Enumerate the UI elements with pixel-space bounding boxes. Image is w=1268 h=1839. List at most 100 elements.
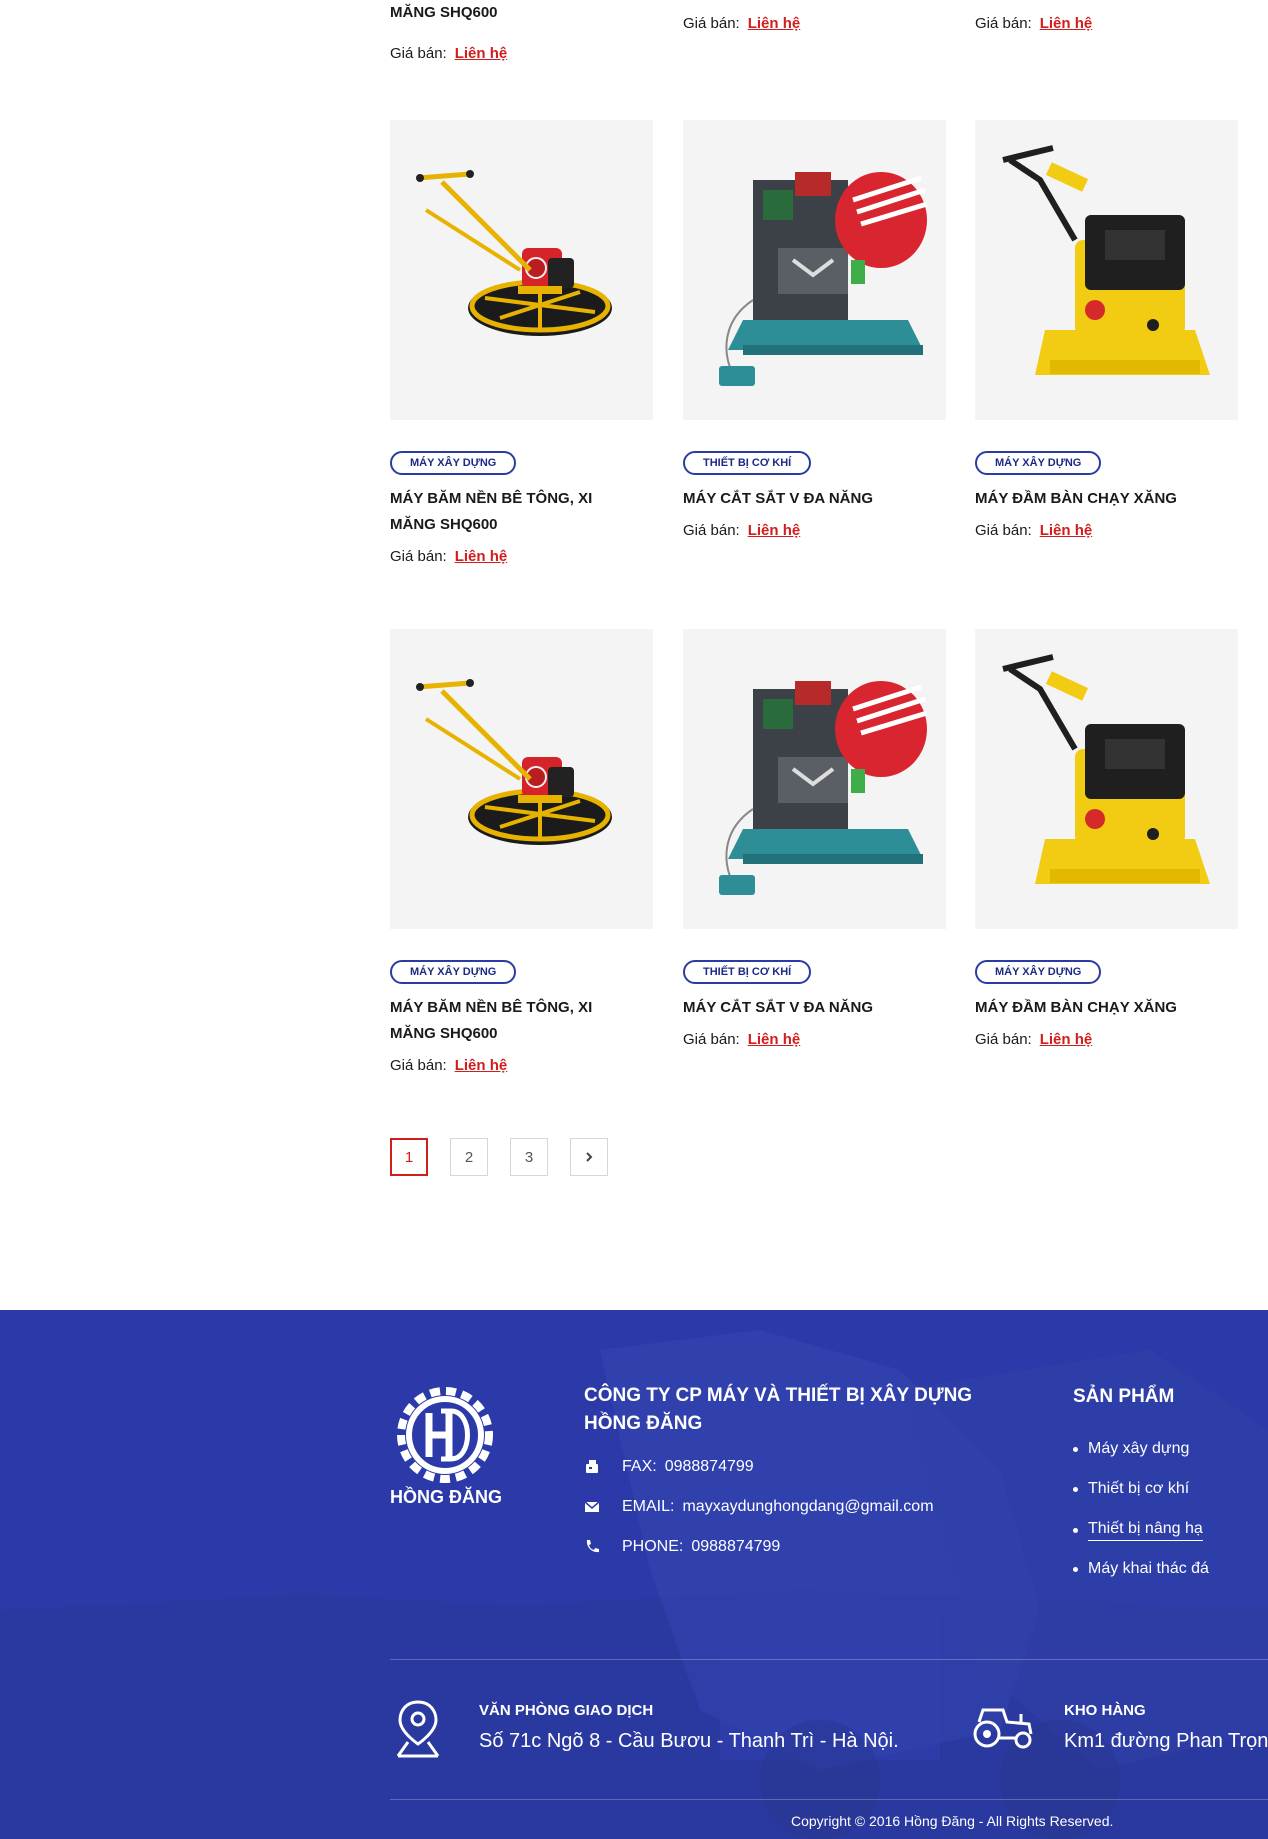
site-footer: HỒNG ĐĂNG CÔNG TY CP MÁY VÀ THIẾT BỊ XÂY…	[0, 1310, 1268, 1839]
category-tag[interactable]: THIẾT BỊ CƠ KHÍ	[683, 451, 812, 475]
bullet-icon	[1073, 1486, 1078, 1492]
product-image[interactable]	[683, 120, 946, 420]
footer-link-thiet-bi-co-khi[interactable]: Thiết bị cơ khí	[1073, 1480, 1189, 1498]
product-name[interactable]: MÁY ĐẦM BÀN CHẠY XĂNG	[975, 995, 1205, 1021]
product-price: Giá bán: Liên hệ	[683, 1030, 946, 1050]
price-label: Giá bán:	[683, 522, 740, 539]
product-image[interactable]	[683, 629, 946, 929]
price-label: Giá bán:	[390, 45, 447, 62]
email-label: EMAIL:	[622, 1498, 675, 1515]
bullet-icon	[1073, 1528, 1078, 1533]
gear-logo-icon	[397, 1387, 493, 1483]
angle-cutter-image	[683, 120, 946, 420]
price-label: Giá bán:	[975, 15, 1032, 32]
product-price: Giá bán: Liên hệ	[975, 521, 1238, 541]
email-link[interactable]: mayxaydunghongdang@gmail.com	[682, 1498, 933, 1516]
product-card[interactable]: THIẾT BỊ CƠ KHÍ MÁY CẮT SẮT V ĐA NĂNG Gi…	[683, 120, 946, 541]
footer-link-may-khai-thac-da[interactable]: Máy khai thác đá	[1073, 1560, 1209, 1578]
price-contact-link[interactable]: Liên hệ	[748, 522, 801, 539]
product-price-partial: Giá bán: Liên hệ	[683, 14, 800, 34]
warehouse-title: KHO HÀNG	[1064, 1702, 1146, 1719]
category-tag[interactable]: MÁY XÂY DỰNG	[390, 960, 517, 984]
logo-text: HỒNG ĐĂNG	[390, 1487, 502, 1507]
footer-bottom-divider	[390, 1799, 1268, 1800]
category-tag[interactable]: MÁY XÂY DỰNG	[975, 960, 1102, 984]
price-contact-link[interactable]: Liên hệ	[455, 548, 508, 565]
company-name: CÔNG TY CP MÁY VÀ THIẾT BỊ XÂY DỰNG HỒNG…	[584, 1382, 984, 1438]
footer-link-thiet-bi-nang-ha[interactable]: Thiết bị nâng hạ	[1073, 1520, 1203, 1541]
phone-icon	[584, 1539, 600, 1555]
product-name-partial: MĂNG SHQ600	[390, 4, 498, 21]
price-contact-link[interactable]: Liên hệ	[455, 1057, 508, 1074]
product-card[interactable]: MÁY XÂY DỰNG MÁY BĂM NỀN BÊ TÔNG, XI MĂN…	[390, 120, 653, 567]
footer-link-label[interactable]: Thiết bị cơ khí	[1088, 1480, 1189, 1498]
footer-logo[interactable]: HỒNG ĐĂNG	[390, 1385, 502, 1507]
product-image[interactable]	[390, 629, 653, 929]
bullet-icon	[1073, 1446, 1078, 1452]
footer-link-label[interactable]: Máy xây dựng	[1088, 1440, 1189, 1458]
copyright-text: Copyright © 2016 Hồng Đăng - All Rights …	[791, 1813, 1114, 1829]
product-name[interactable]: MÁY CẮT SẮT V ĐA NĂNG	[683, 995, 913, 1021]
footer-divider	[390, 1659, 1268, 1660]
fax-value: 0988874799	[664, 1458, 754, 1475]
price-contact-link[interactable]: Liên hệ	[455, 45, 508, 62]
price-contact-link[interactable]: Liên hệ	[748, 1031, 801, 1048]
price-label: Giá bán:	[390, 1057, 447, 1074]
fax-icon	[584, 1459, 600, 1475]
page-button-1[interactable]: 1	[390, 1138, 428, 1176]
price-contact-link[interactable]: Liên hệ	[1040, 15, 1093, 32]
fax-row: FAX: 0988874799	[584, 1458, 754, 1476]
price-label: Giá bán:	[683, 1031, 740, 1048]
plate-compactor-image	[975, 120, 1238, 420]
product-price: Giá bán: Liên hệ	[390, 547, 653, 567]
power-trowel-image	[390, 629, 653, 929]
product-price-partial: Giá bán: Liên hệ	[975, 14, 1092, 34]
footer-products-title: SẢN PHẨM	[1073, 1386, 1175, 1407]
company-name-line-2: HỒNG ĐĂNG	[584, 1413, 703, 1434]
product-card[interactable]: THIẾT BỊ CƠ KHÍ MÁY CẮT SẮT V ĐA NĂNG Gi…	[683, 629, 946, 1050]
company-name-line-1: CÔNG TY CP MÁY VÀ THIẾT BỊ XÂY DỰNG	[584, 1385, 973, 1406]
chevron-right-icon	[586, 1152, 593, 1162]
product-image[interactable]	[975, 120, 1238, 420]
email-row: EMAIL: mayxaydunghongdang@gmail.com	[584, 1498, 934, 1516]
phone-row: PHONE: 0988874799	[584, 1538, 780, 1556]
warehouse-address: Km1 đường Phan Trọn	[1064, 1730, 1268, 1752]
product-card[interactable]: MÁY XÂY DỰNG MÁY ĐẦM BÀN CHẠY XĂNG Giá b…	[975, 120, 1238, 541]
product-name[interactable]: MÁY ĐẦM BÀN CHẠY XĂNG	[975, 486, 1205, 512]
product-card[interactable]: MÁY XÂY DỰNG MÁY ĐẦM BÀN CHẠY XĂNG Giá b…	[975, 629, 1238, 1050]
price-label: Giá bán:	[975, 1031, 1032, 1048]
price-contact-link[interactable]: Liên hệ	[748, 15, 801, 32]
product-name[interactable]: MÁY CẮT SẮT V ĐA NĂNG	[683, 486, 913, 512]
fax-label: FAX:	[622, 1458, 657, 1475]
bullet-icon	[1073, 1566, 1078, 1572]
phone-label: PHONE:	[622, 1538, 684, 1555]
office-title: VĂN PHÒNG GIAO DỊCH	[479, 1702, 654, 1719]
angle-cutter-image	[683, 629, 946, 929]
price-contact-link[interactable]: Liên hệ	[1040, 1031, 1093, 1048]
category-tag[interactable]: MÁY XÂY DỰNG	[390, 451, 517, 475]
price-contact-link[interactable]: Liên hệ	[1040, 522, 1093, 539]
page-button-2[interactable]: 2	[450, 1138, 488, 1176]
envelope-icon	[584, 1499, 600, 1515]
footer-link-label[interactable]: Máy khai thác đá	[1088, 1560, 1209, 1578]
product-price: Giá bán: Liên hệ	[975, 1030, 1238, 1050]
price-label: Giá bán:	[975, 522, 1032, 539]
category-tag[interactable]: THIẾT BỊ CƠ KHÍ	[683, 960, 812, 984]
product-image[interactable]	[390, 120, 653, 420]
footer-link-may-xay-dung[interactable]: Máy xây dựng	[1073, 1440, 1189, 1458]
footer-link-label[interactable]: Thiết bị nâng hạ	[1088, 1520, 1203, 1541]
map-pin-icon	[394, 1698, 442, 1763]
phone-value[interactable]: 0988874799	[691, 1538, 780, 1556]
product-price: Giá bán: Liên hệ	[390, 1056, 653, 1076]
product-card[interactable]: MÁY XÂY DỰNG MÁY BĂM NỀN BÊ TÔNG, XI MĂN…	[390, 629, 653, 1076]
plate-compactor-image	[975, 629, 1238, 929]
product-name[interactable]: MÁY BĂM NỀN BÊ TÔNG, XI MĂNG SHQ600	[390, 486, 620, 538]
product-name[interactable]: MÁY BĂM NỀN BÊ TÔNG, XI MĂNG SHQ600	[390, 995, 620, 1047]
page-button-3[interactable]: 3	[510, 1138, 548, 1176]
price-label: Giá bán:	[683, 15, 740, 32]
category-tag[interactable]: MÁY XÂY DỰNG	[975, 451, 1102, 475]
tractor-icon	[973, 1706, 1037, 1755]
next-page-button[interactable]	[570, 1138, 608, 1176]
product-image[interactable]	[975, 629, 1238, 929]
power-trowel-image	[390, 120, 653, 420]
